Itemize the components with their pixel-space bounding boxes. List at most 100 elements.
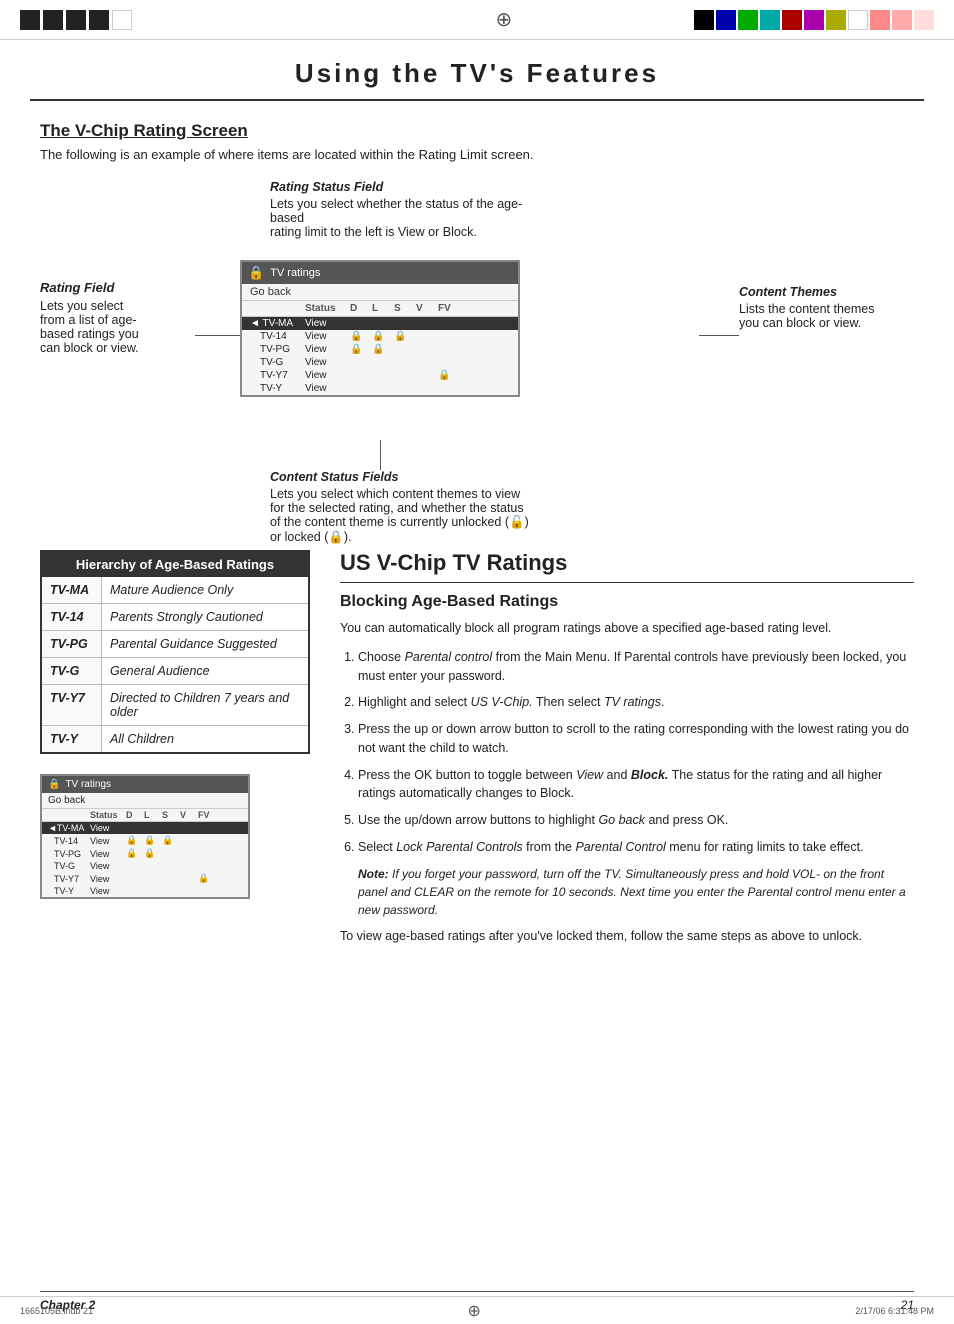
- tv-ratings-small-row-tvg: TV-GView: [42, 860, 248, 872]
- line-bottom: [380, 440, 381, 470]
- tv-ratings-row-tvpg: TV-PG View 🔒🔒: [242, 343, 518, 356]
- right-column: US V-Chip TV Ratings Blocking Age-Based …: [340, 550, 914, 955]
- hierarchy-row-tv14: TV-14 Parents Strongly Cautioned: [42, 604, 308, 631]
- blocking-title: Blocking Age-Based Ratings: [340, 593, 914, 611]
- page-title: Using the TV's Features: [30, 58, 924, 89]
- tv-ratings-row-tvg: TV-G View: [242, 356, 518, 369]
- line-right: [699, 335, 739, 336]
- tv-ratings-row-tvma: ◄ TV-MA View: [242, 317, 518, 330]
- line-left: [195, 335, 241, 336]
- hierarchy-code-tvpg: TV-PG: [42, 631, 102, 657]
- rating-status-desc1: Lets you select whether the status of th…: [270, 197, 522, 225]
- tv-ratings-small-row-tvy: TV-YView: [42, 885, 248, 897]
- note-box: Note: If you forget your password, turn …: [358, 865, 914, 919]
- step-2: Highlight and select US V-Chip. Then sel…: [358, 693, 914, 712]
- tv-ratings-small-goback: Go back: [42, 793, 248, 809]
- hierarchy-table-title: Hierarchy of Age-Based Ratings: [42, 552, 308, 577]
- hierarchy-desc-tvpg: Parental Guidance Suggested: [102, 631, 308, 657]
- us-vchip-title: US V-Chip TV Ratings: [340, 550, 914, 583]
- rating-status-field-title: Rating Status Field: [270, 180, 530, 194]
- color-squares: [694, 10, 934, 30]
- tv-ratings-small-box: 🔒 TV ratings Go back StatusDLSVFV ◄TV-MA…: [40, 774, 250, 899]
- content-themes-title: Content Themes: [739, 285, 914, 299]
- hierarchy-code-tvg: TV-G: [42, 658, 102, 684]
- tv-ratings-row-tvy: TV-Y View: [242, 382, 518, 395]
- top-crosshair: ⊕: [495, 7, 512, 32]
- diagram-area: Rating Status Field Lets you select whet…: [40, 180, 914, 520]
- step4-italic1: View: [576, 768, 603, 782]
- tv-ratings-row-tv14: TV-14 View 🔒🔒🔒: [242, 330, 518, 343]
- rating-field-title: Rating Field: [40, 280, 195, 295]
- step5-italic1: Go back: [598, 813, 645, 827]
- tv-ratings-box: 🔒 TV ratings Go back Status DLSVFV ◄ TV-…: [240, 260, 520, 397]
- hierarchy-code-tvma: TV-MA: [42, 577, 102, 603]
- page-title-bar: Using the TV's Features: [30, 40, 924, 101]
- rating-field-desc2: from a list of age-: [40, 313, 137, 327]
- bottom-section: Hierarchy of Age-Based Ratings TV-MA Mat…: [40, 550, 914, 955]
- final-text: To view age-based ratings after you've l…: [340, 927, 914, 946]
- hierarchy-row-tvy: TV-Y All Children: [42, 726, 308, 752]
- bottom-left-info: 1665105B.indb 21: [20, 1306, 93, 1316]
- tv-ratings-small-header: 🔒 TV ratings: [42, 776, 248, 793]
- bottom-bar: 1665105B.indb 21 ⊕ 2/17/06 6:31:48 PM: [0, 1296, 954, 1324]
- tv-ratings-small-cols: StatusDLSVFV: [42, 809, 248, 822]
- top-bar: ⊕: [0, 0, 954, 40]
- step6-italic1: Lock Parental Controls: [396, 840, 522, 854]
- left-column: Hierarchy of Age-Based Ratings TV-MA Mat…: [40, 550, 310, 955]
- rating-field-desc3: based ratings you: [40, 327, 139, 341]
- hierarchy-desc-tvg: General Audience: [102, 658, 308, 684]
- hierarchy-desc-tv14: Parents Strongly Cautioned: [102, 604, 308, 630]
- step6-italic2: Parental Control: [575, 840, 665, 854]
- step-5: Use the up/down arrow buttons to highlig…: [358, 811, 914, 830]
- tv-ratings-goback: Go back: [242, 284, 518, 301]
- hierarchy-code-tv14: TV-14: [42, 604, 102, 630]
- step-6: Select Lock Parental Controls from the P…: [358, 838, 914, 919]
- tv-ratings-cols: Status DLSVFV: [242, 301, 518, 317]
- content-themes-label: Content Themes Lists the content themes …: [739, 285, 914, 330]
- tv-ratings-title: TV ratings: [270, 267, 320, 279]
- note-text: If you forget your password, turn off th…: [358, 867, 906, 917]
- lock-icon-small: 🔒: [48, 779, 60, 790]
- step1-italic1: Parental control: [405, 650, 493, 664]
- hierarchy-desc-tvy: All Children: [102, 726, 308, 752]
- rating-field-label: Rating Field Lets you select from a list…: [40, 280, 195, 355]
- intro-body-text: You can automatically block all program …: [340, 619, 914, 638]
- rating-field-desc4: can block or view.: [40, 341, 139, 355]
- hierarchy-row-tvpg: TV-PG Parental Guidance Suggested: [42, 631, 308, 658]
- content-themes-desc2: you can block or view.: [739, 316, 861, 330]
- top-bar-squares: [20, 10, 132, 30]
- bottom-right-info: 2/17/06 6:31:48 PM: [855, 1306, 934, 1316]
- tv-ratings-small-row-tvpg: TV-PGView🔒🔒: [42, 847, 248, 860]
- hierarchy-code-tvy: TV-Y: [42, 726, 102, 752]
- step-4: Press the OK button to toggle between Vi…: [358, 766, 914, 804]
- rating-field-desc1: Lets you select: [40, 299, 123, 313]
- tv-ratings-header: 🔒 TV ratings: [242, 262, 518, 284]
- steps-list: Choose Parental control from the Main Me…: [358, 648, 914, 919]
- hierarchy-table: Hierarchy of Age-Based Ratings TV-MA Mat…: [40, 550, 310, 754]
- step2-italic2: TV ratings: [604, 695, 661, 709]
- main-content: The V-Chip Rating Screen The following i…: [0, 101, 954, 975]
- hierarchy-row-tvy7: TV-Y7 Directed to Children 7 years and o…: [42, 685, 308, 726]
- rating-status-field-label: Rating Status Field Lets you select whet…: [270, 180, 530, 239]
- tv-ratings-row-tvy7: TV-Y7 View 🔒: [242, 369, 518, 382]
- section-title: The V-Chip Rating Screen: [40, 121, 914, 141]
- hierarchy-row-tvg: TV-G General Audience: [42, 658, 308, 685]
- content-status-desc1: Lets you select which content themes to …: [270, 487, 529, 544]
- tv-ratings-small-row-tv14: TV-14View🔒🔒🔒: [42, 834, 248, 847]
- step4-italic2: Block.: [631, 768, 669, 782]
- lock-icon-large: 🔒: [248, 265, 264, 281]
- note-label: Note:: [358, 867, 389, 881]
- hierarchy-desc-tvy7: Directed to Children 7 years and older: [102, 685, 308, 725]
- tv-ratings-small-row-tvy7: TV-Y7View🔒: [42, 872, 248, 885]
- content-status-field-label: Content Status Fields Lets you select wh…: [270, 470, 530, 545]
- step-3: Press the up or down arrow button to scr…: [358, 720, 914, 758]
- hierarchy-code-tvy7: TV-Y7: [42, 685, 102, 725]
- hierarchy-desc-tvma: Mature Audience Only: [102, 577, 308, 603]
- step-1: Choose Parental control from the Main Me…: [358, 648, 914, 686]
- step2-italic1: US V-Chip.: [471, 695, 533, 709]
- content-themes-desc1: Lists the content themes: [739, 302, 875, 316]
- tv-ratings-small-title: TV ratings: [65, 779, 111, 790]
- tv-ratings-small-row-tvma: ◄TV-MAView: [42, 822, 248, 834]
- hierarchy-row-tvma: TV-MA Mature Audience Only: [42, 577, 308, 604]
- intro-text: The following is an example of where ite…: [40, 147, 914, 162]
